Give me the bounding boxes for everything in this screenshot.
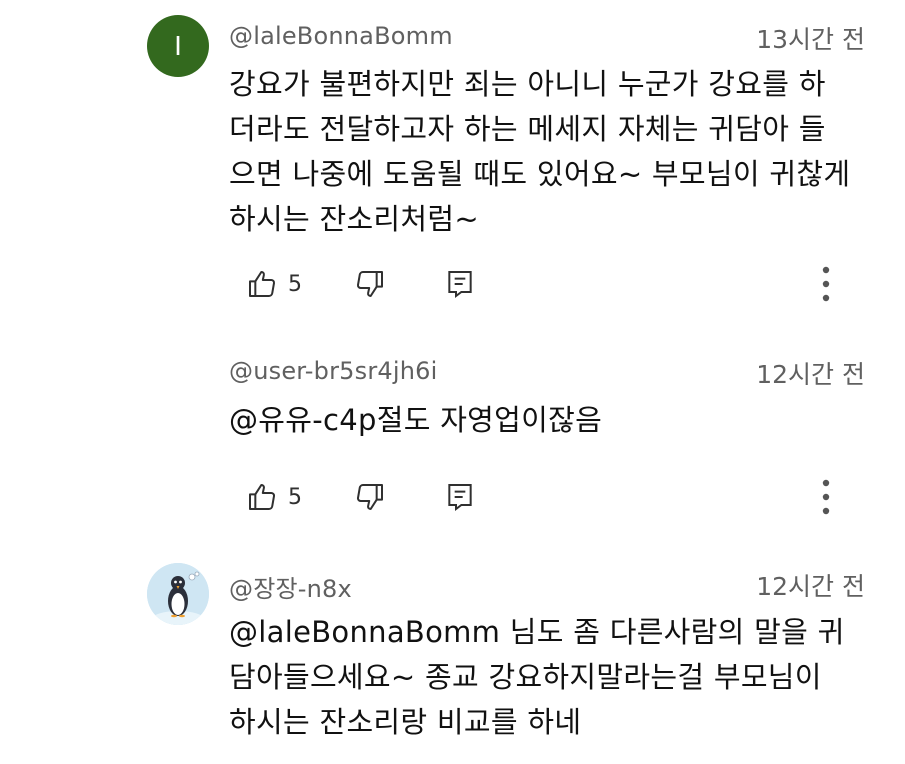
comment-text: @유유-c4p절도 자영업이잖음	[229, 398, 879, 443]
thumbs-up-icon	[249, 271, 275, 298]
reply-icon	[448, 484, 472, 511]
comment-text-line: 으면 나중에 도움될 때도 있어요~ 부모님이 귀찮게	[229, 157, 851, 191]
comment-author-handle[interactable]: @laleBonnaBomm	[229, 22, 453, 50]
like-count: 5	[288, 271, 302, 297]
reply-button[interactable]	[444, 266, 476, 302]
more-vert-icon	[822, 479, 830, 515]
reply-button[interactable]	[444, 479, 476, 515]
more-vert-icon	[822, 266, 830, 302]
comment-actions: 5	[246, 479, 866, 515]
comment-timestamp: 12시간 전	[756, 360, 865, 389]
like-button[interactable]: 5	[246, 479, 302, 515]
more-options-button[interactable]	[812, 479, 840, 515]
more-options-button[interactable]	[812, 266, 840, 302]
comment-text-line: 하시는 잔소리처럼~	[229, 202, 479, 236]
comment-text: 강요가 불편하지만 죄는 아니니 누군가 강요를 하 더라도 전달하고자 하는 …	[229, 62, 879, 242]
dislike-button[interactable]	[354, 266, 386, 302]
comment-text-line: @유유-c4p절도 자영업이잖음	[229, 403, 603, 437]
penguin-icon	[147, 563, 209, 625]
thumbs-down-icon	[357, 483, 383, 510]
comment-timestamp: 12시간 전	[756, 572, 865, 601]
thumbs-down-icon	[357, 270, 383, 297]
comment-author-handle[interactable]: @user-br5sr4jh6i	[229, 357, 438, 385]
comment-author-handle[interactable]: @장장-n8x	[229, 569, 352, 604]
avatar[interactable]: I	[147, 15, 209, 77]
like-button[interactable]: 5	[246, 266, 302, 302]
dislike-button[interactable]	[354, 479, 386, 515]
comment-actions: 5	[246, 266, 866, 302]
avatar[interactable]	[147, 563, 209, 625]
comment-timestamp: 13시간 전	[756, 25, 865, 54]
comment-text-line: 더라도 전달하고자 하는 메세지 자체는 귀담아 들	[229, 112, 826, 146]
avatar-letter: I	[174, 30, 182, 61]
comment-text-line: 하시는 잔소리랑 비교를 하네	[229, 705, 582, 739]
reply-icon	[448, 271, 472, 298]
thumbs-up-icon	[249, 484, 275, 511]
comment-text-line: 강요가 불편하지만 죄는 아니니 누군가 강요를 하	[229, 67, 826, 101]
comment-text-line: @laleBonnaBomm 님도 좀 다른사람의 말을 귀	[229, 615, 845, 649]
like-count: 5	[288, 484, 302, 510]
comment-text-line: 담아들으세요~ 종교 강요하지말라는걸 부모님이	[229, 660, 822, 694]
comment-text: @laleBonnaBomm 님도 좀 다른사람의 말을 귀 담아들으세요~ 종…	[229, 610, 879, 745]
